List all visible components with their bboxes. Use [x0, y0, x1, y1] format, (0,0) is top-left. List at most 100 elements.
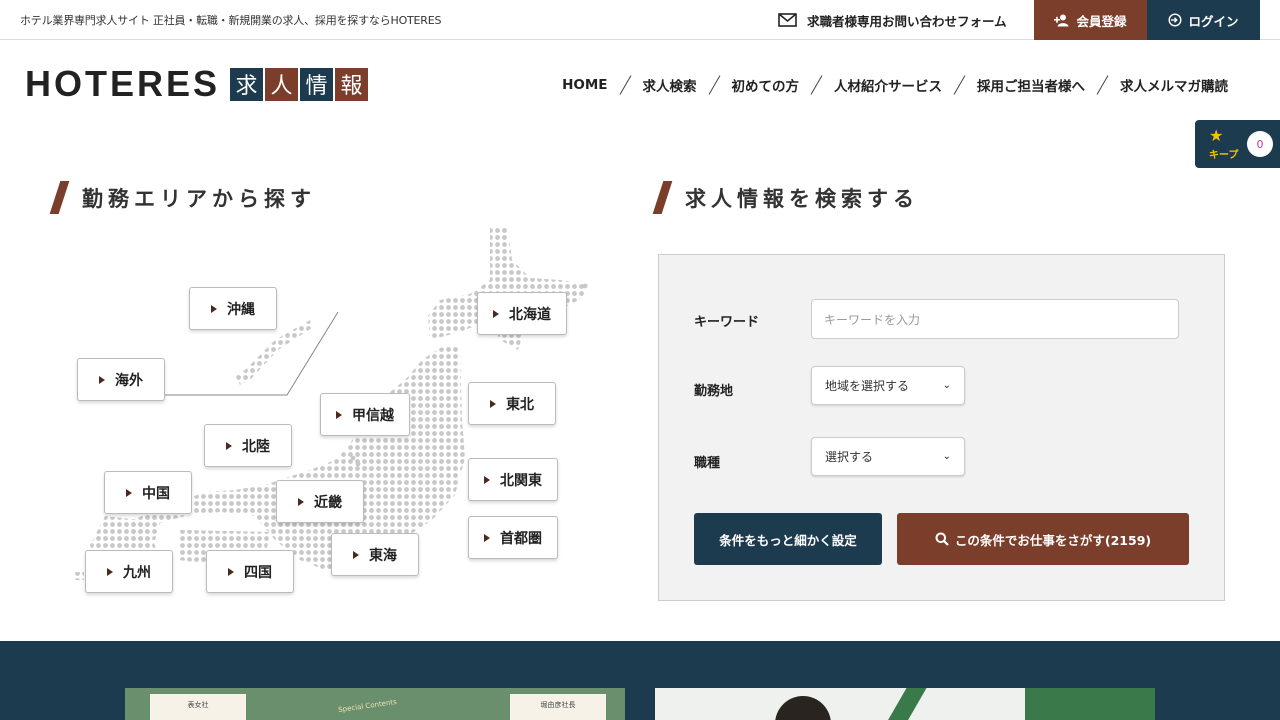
- region-label: 北海道: [509, 306, 551, 323]
- location-select-value: 地域を選択する: [825, 379, 910, 393]
- keyword-label: キーワード: [694, 315, 760, 330]
- triangle-icon: [493, 309, 499, 318]
- banner-card: 堀由彦社長: [510, 694, 606, 720]
- nav-divider: [810, 75, 823, 95]
- triangle-icon: [298, 497, 304, 506]
- logo-char: 報: [335, 67, 369, 101]
- region-kitakanto[interactable]: 北関東: [468, 458, 558, 501]
- triangle-icon: [484, 533, 490, 542]
- keep-label: キープ: [1209, 150, 1239, 161]
- region-chugoku[interactable]: 中国: [104, 471, 192, 514]
- region-label: 海外: [115, 372, 143, 389]
- region-label: 四国: [244, 564, 272, 581]
- logo-char: 人: [265, 67, 299, 101]
- main-nav: HOME 求人検索 初めての方 人材紹介サービス 採用ご担当者様へ 求人メルマガ…: [562, 74, 1228, 96]
- star-icon: ★: [1209, 126, 1224, 145]
- triangle-icon: [490, 399, 496, 408]
- region-label: 沖縄: [227, 301, 255, 318]
- region-shutoken[interactable]: 首都圏: [468, 516, 558, 559]
- keep-count-badge: 0: [1247, 131, 1273, 157]
- feature-banner[interactable]: [655, 688, 1155, 720]
- chevron-down-icon: ⌄: [942, 451, 951, 462]
- site-logo[interactable]: HOTERES 求 人 情 報: [25, 63, 370, 104]
- advanced-search-label: 条件をもっと細かく設定: [719, 532, 857, 548]
- region-label: 甲信越: [352, 407, 394, 424]
- job-select[interactable]: 選択する ⌄: [811, 437, 965, 476]
- region-tohoku[interactable]: 東北: [468, 382, 556, 425]
- search-heading-text: 求人情報を検索する: [685, 186, 919, 211]
- area-heading: 勤務エリアから探す: [49, 181, 316, 214]
- top-bar: ホテル業界専門求人サイト 正社員・転職・新規開業の求人、採用を探すならHOTER…: [0, 0, 1280, 40]
- triangle-icon: [99, 375, 105, 384]
- triangle-icon: [211, 304, 217, 313]
- logo-char: 求: [230, 67, 264, 101]
- region-kyushu[interactable]: 九州: [85, 550, 173, 593]
- region-label: 中国: [142, 485, 170, 502]
- person-photo: [775, 696, 831, 720]
- advanced-search-button[interactable]: 条件をもっと細かく設定: [694, 513, 882, 565]
- chevron-down-icon: ⌄: [942, 380, 951, 391]
- job-label: 職種: [694, 456, 721, 471]
- triangle-icon: [336, 410, 342, 419]
- region-label: 北陸: [242, 438, 270, 455]
- region-hokuriku[interactable]: 北陸: [204, 424, 292, 467]
- location-select[interactable]: 地域を選択する ⌄: [811, 366, 965, 405]
- job-select-value: 選択する: [825, 450, 874, 464]
- region-label: 東海: [369, 547, 397, 564]
- add-user-icon: [1054, 14, 1069, 26]
- nav-divider: [708, 75, 720, 95]
- banner-card-text: 堀由彦社長: [540, 701, 576, 709]
- contact-form-link[interactable]: 求職者様専用お問い合わせフォーム: [778, 0, 1007, 40]
- login-button[interactable]: ログイン: [1147, 0, 1260, 40]
- triangle-icon: [126, 488, 132, 497]
- region-label: 首都圏: [500, 530, 542, 547]
- nav-job-search[interactable]: 求人検索: [643, 75, 697, 95]
- nav-employers[interactable]: 採用ご担当者様へ: [977, 75, 1085, 95]
- logo-text: HOTERES: [25, 63, 221, 104]
- nav-recruitment-service[interactable]: 人材紹介サービス: [834, 75, 942, 95]
- area-heading-text: 勤務エリアから探す: [82, 186, 316, 211]
- contact-label: 求職者様専用お問い合わせフォーム: [807, 13, 1007, 29]
- banner-arc-text: Special Contents: [337, 697, 398, 715]
- search-heading: 求人情報を検索する: [652, 181, 919, 214]
- nav-divider: [1096, 75, 1109, 95]
- region-label: 東北: [506, 396, 534, 413]
- region-tokai[interactable]: 東海: [331, 533, 419, 576]
- nav-divider: [953, 75, 966, 95]
- location-label: 勤務地: [694, 384, 734, 399]
- register-label: 会員登録: [1076, 13, 1127, 29]
- banner-stripe: [883, 688, 927, 720]
- nav-newsletter[interactable]: 求人メルマガ購読: [1120, 75, 1228, 95]
- banner-card: 表女社: [150, 694, 246, 720]
- region-label: 九州: [123, 564, 151, 581]
- login-label: ログイン: [1188, 13, 1239, 29]
- triangle-icon: [484, 475, 490, 484]
- region-kaigai[interactable]: 海外: [77, 358, 165, 401]
- heading-accent: [49, 181, 70, 214]
- region-okinawa[interactable]: 沖縄: [189, 287, 277, 330]
- site-tagline: ホテル業界専門求人サイト 正社員・転職・新規開業の求人、採用を探すならHOTER…: [20, 14, 442, 27]
- mail-icon: [778, 13, 797, 27]
- region-label: 近畿: [314, 494, 342, 511]
- triangle-icon: [226, 441, 232, 450]
- keyword-input[interactable]: キーワードを入力: [811, 299, 1179, 339]
- search-icon: [935, 532, 949, 546]
- nav-first-time[interactable]: 初めての方: [732, 75, 800, 95]
- nav-home[interactable]: HOME: [562, 77, 607, 93]
- triangle-icon: [107, 567, 113, 576]
- logo-box: 求 人 情 報: [230, 67, 370, 101]
- keep-button[interactable]: ★ キープ 0: [1195, 120, 1280, 168]
- region-shikoku[interactable]: 四国: [206, 550, 294, 593]
- triangle-icon: [228, 567, 234, 576]
- region-label: 北関東: [500, 472, 542, 489]
- special-contents-banner[interactable]: 表女社 Special Contents 堀由彦社長: [125, 688, 625, 720]
- region-koshinetsu[interactable]: 甲信越: [320, 393, 410, 436]
- login-icon: [1168, 13, 1182, 27]
- register-button[interactable]: 会員登録: [1034, 0, 1147, 40]
- region-kinki[interactable]: 近畿: [276, 480, 364, 523]
- triangle-icon: [353, 550, 359, 559]
- heading-accent: [652, 181, 673, 214]
- region-hokkaido[interactable]: 北海道: [477, 292, 567, 335]
- search-submit-button[interactable]: この条件でお仕事をさがす(2159): [897, 513, 1189, 565]
- logo-char: 情: [300, 67, 334, 101]
